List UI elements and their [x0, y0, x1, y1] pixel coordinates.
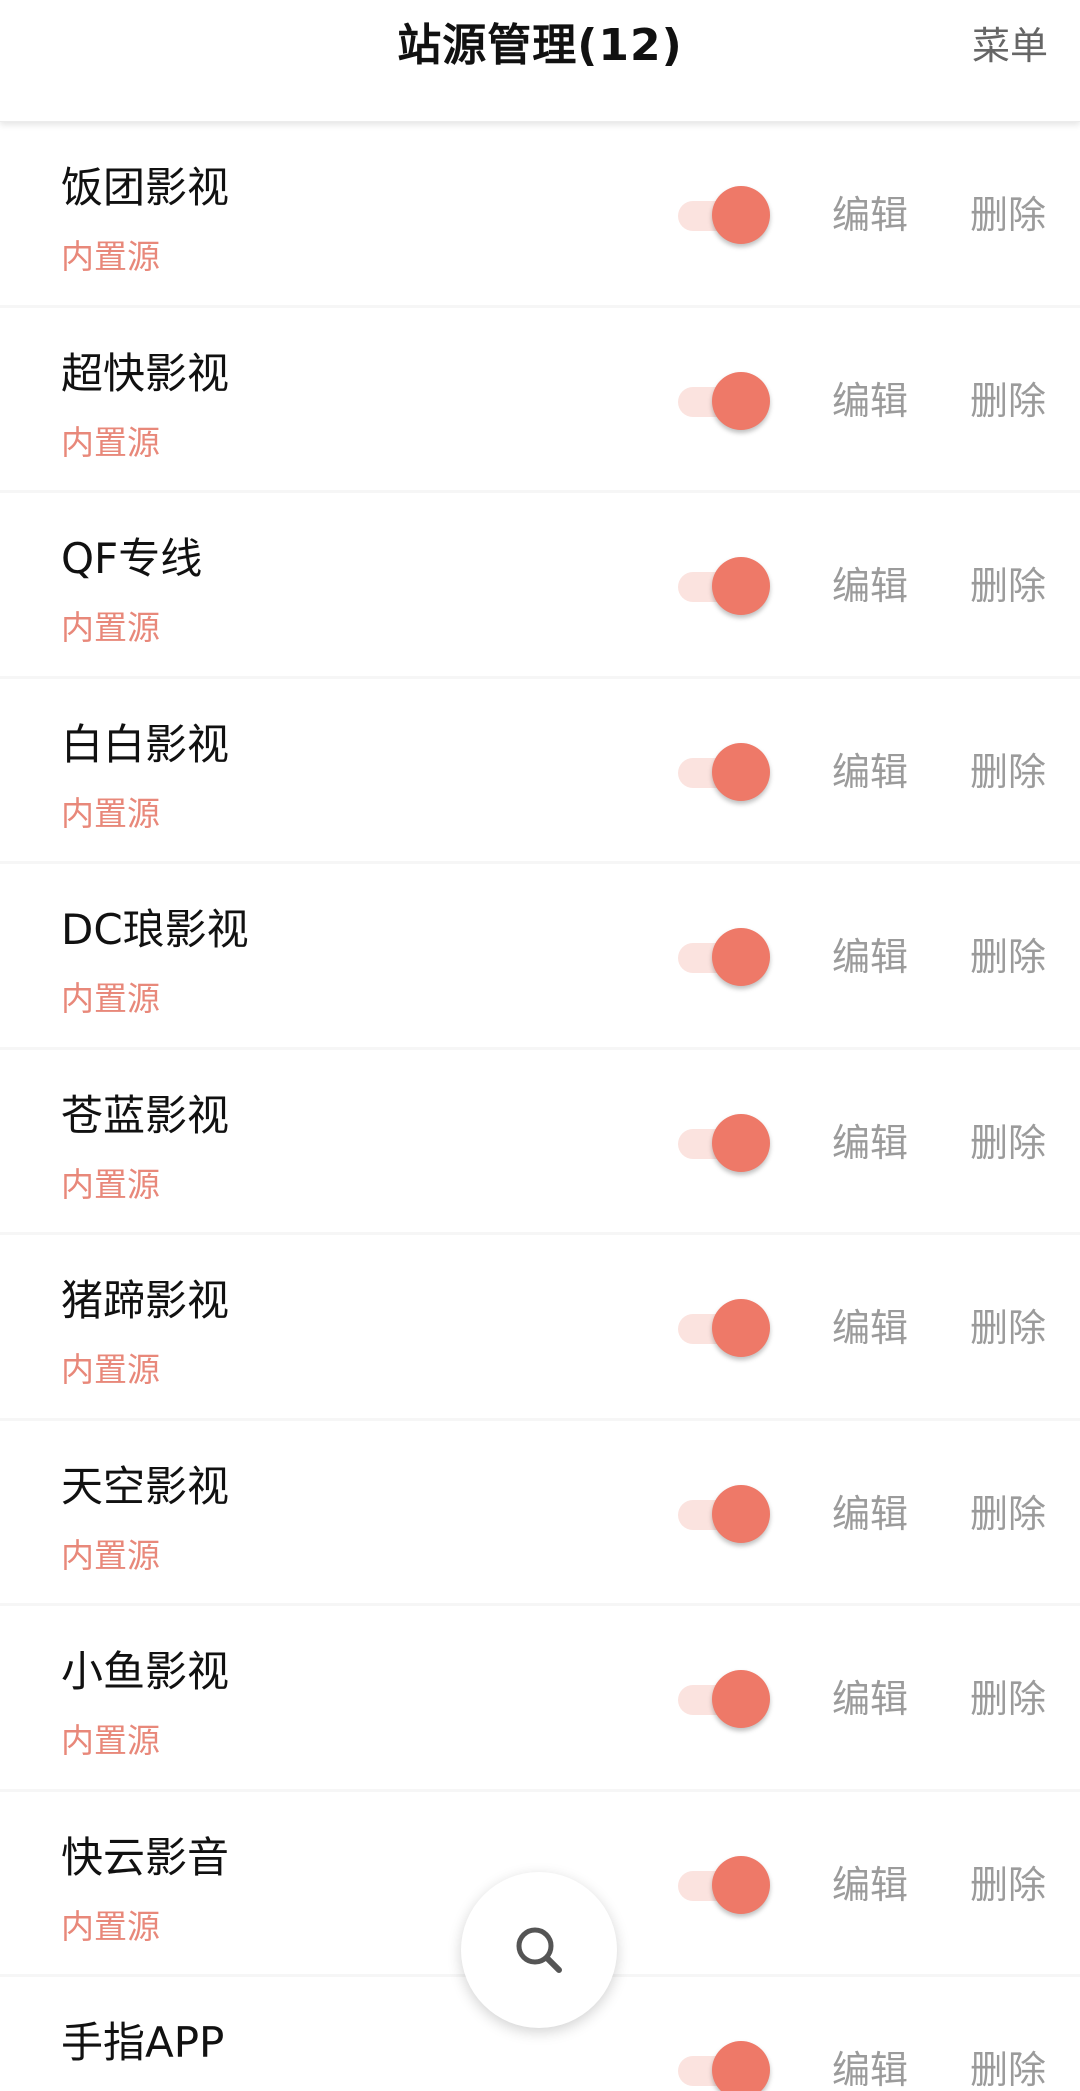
- enable-toggle[interactable]: [676, 184, 770, 246]
- delete-button[interactable]: 删除: [970, 1483, 1046, 1538]
- edit-button[interactable]: 编辑: [832, 184, 908, 239]
- edit-button[interactable]: 编辑: [832, 555, 908, 610]
- source-tag: 内置源: [61, 1350, 160, 1389]
- toggle-thumb: [712, 2041, 770, 2091]
- enable-toggle[interactable]: [676, 370, 770, 432]
- edit-button[interactable]: 编辑: [832, 1854, 908, 1909]
- delete-button[interactable]: 删除: [970, 741, 1046, 796]
- source-name: 苍蓝影视: [61, 1090, 230, 1140]
- top-app-bar: 站源管理(12) 菜单: [0, 0, 1080, 122]
- delete-button[interactable]: 删除: [970, 1297, 1046, 1352]
- source-name: 小鱼影视: [61, 1647, 230, 1696]
- enable-toggle[interactable]: [676, 1668, 770, 1730]
- edit-button[interactable]: 编辑: [832, 1112, 908, 1167]
- enable-toggle[interactable]: [676, 926, 770, 988]
- delete-button[interactable]: 删除: [970, 2039, 1046, 2091]
- edit-button[interactable]: 编辑: [832, 1668, 908, 1723]
- enable-toggle[interactable]: [676, 1483, 770, 1545]
- toggle-thumb: [712, 1484, 770, 1543]
- source-name: 白白影视: [61, 719, 230, 769]
- toggle-thumb: [712, 1670, 770, 1728]
- edit-button[interactable]: 编辑: [832, 1483, 908, 1538]
- delete-button[interactable]: 删除: [970, 1668, 1046, 1723]
- toggle-thumb: [712, 371, 770, 430]
- toggle-thumb: [712, 1855, 770, 1914]
- source-tag: 内置源: [61, 1164, 160, 1204]
- delete-button[interactable]: 删除: [970, 370, 1046, 425]
- source-name: 超快影视: [61, 348, 230, 398]
- delete-button[interactable]: 删除: [970, 555, 1046, 610]
- edit-button[interactable]: 编辑: [832, 741, 908, 796]
- source-tag: 内置源: [61, 793, 160, 833]
- source-name: QF专线: [61, 534, 203, 583]
- source-name: DC琅影视: [61, 905, 249, 954]
- source-name: 猪蹄影视: [61, 1276, 230, 1325]
- edit-button[interactable]: 编辑: [832, 370, 908, 425]
- search-icon: [516, 1927, 562, 1973]
- source-row[interactable]: 超快影视内置源 编辑 删除: [0, 307, 1080, 493]
- source-list: 饭团影视 内置源 编辑 删除 超快影视 内置源 编辑 删除 QF专线 内置源 编辑 删除 白白影视 内置源…: [0, 122, 1080, 2091]
- toggle-thumb: [712, 928, 770, 986]
- edit-button[interactable]: 编辑: [832, 926, 908, 981]
- source-row[interactable]: 苍蓝影视内置源 编辑 删除: [0, 1049, 1080, 1235]
- enable-toggle[interactable]: [676, 555, 770, 617]
- source-row[interactable]: 饭团影视内置源 编辑 删除: [0, 122, 1080, 308]
- page-title: 站源管理(12): [397, 20, 683, 71]
- source-tag: 内置源: [61, 422, 160, 462]
- delete-button[interactable]: 删除: [970, 1854, 1046, 1909]
- enable-toggle[interactable]: [676, 741, 770, 803]
- enable-toggle[interactable]: [676, 1297, 770, 1359]
- source-row[interactable]: DC琅影视内置源 编辑 删除: [0, 864, 1080, 1050]
- source-tag: 内置源: [61, 608, 160, 647]
- delete-button[interactable]: 删除: [970, 184, 1046, 239]
- source-row[interactable]: 小鱼影视内置源 编辑 删除: [0, 1606, 1080, 1792]
- source-row[interactable]: 猪蹄影视内置源 编辑 删除: [0, 1235, 1080, 1421]
- toggle-thumb: [712, 186, 770, 244]
- source-name: 手指APP: [61, 2018, 225, 2067]
- source-name: 饭团影视: [61, 163, 230, 212]
- source-row[interactable]: 天空影视内置源 编辑 删除: [0, 1420, 1080, 1606]
- menu-button[interactable]: 菜单: [972, 0, 1048, 92]
- toggle-thumb: [712, 1299, 770, 1357]
- source-name: 快云影音: [61, 1832, 230, 1882]
- delete-button[interactable]: 删除: [970, 1112, 1046, 1167]
- delete-button[interactable]: 删除: [970, 926, 1046, 981]
- source-tag: 内置源: [61, 1721, 160, 1760]
- source-tag: 内置源: [61, 2085, 160, 2091]
- source-row[interactable]: 白白影视内置源 编辑 删除: [0, 678, 1080, 864]
- search-fab-button[interactable]: [461, 1872, 617, 2028]
- source-row[interactable]: QF专线内置源 编辑 删除: [0, 493, 1080, 679]
- enable-toggle[interactable]: [676, 1854, 770, 1916]
- toggle-thumb: [712, 1113, 770, 1172]
- app-screen: 站源管理(12) 菜单 饭团影视 内置源 编辑 删除 超快影视 内置源 编辑 删除 QF专线 内置…: [0, 0, 1080, 2091]
- source-tag: 内置源: [61, 1535, 160, 1575]
- source-tag: 内置源: [61, 979, 160, 1018]
- toggle-thumb: [712, 742, 770, 801]
- edit-button[interactable]: 编辑: [832, 1297, 908, 1352]
- source-tag: 内置源: [61, 237, 160, 276]
- enable-toggle[interactable]: [676, 1112, 770, 1174]
- enable-toggle[interactable]: [676, 2039, 770, 2091]
- source-name: 天空影视: [61, 1461, 230, 1511]
- edit-button[interactable]: 编辑: [832, 2039, 908, 2091]
- source-tag: 内置源: [61, 1906, 160, 1946]
- toggle-thumb: [712, 557, 770, 615]
